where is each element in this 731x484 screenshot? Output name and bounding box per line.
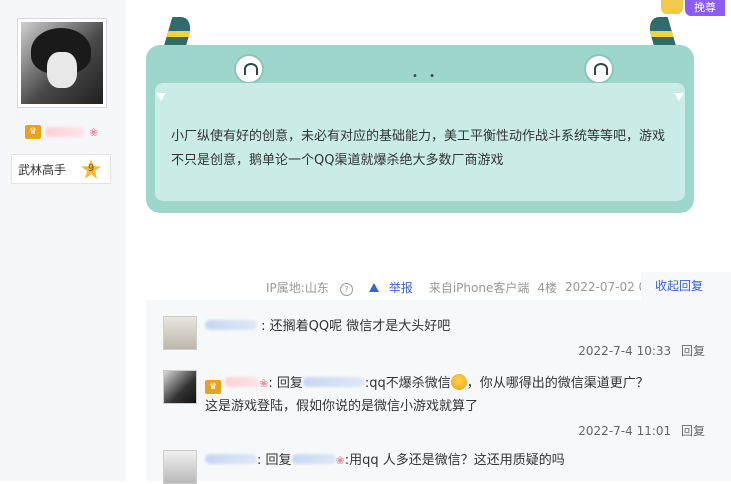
reply-user-blurred[interactable] bbox=[225, 377, 260, 387]
reply-text: : 还搁着QQ呢 微信才是大头好吧 bbox=[261, 319, 451, 334]
vip-badge-icon: ♛ bbox=[205, 380, 221, 394]
reply-avatar[interactable] bbox=[163, 450, 197, 484]
reply-button[interactable]: 回复 bbox=[681, 424, 705, 438]
horn-right-icon bbox=[645, 17, 677, 47]
reply-time: 2022-7-4 11:01 bbox=[578, 424, 672, 438]
post-tail: IP属地:山东? 举报 来自iPhone客户端 4楼 2022-07-02 05… bbox=[266, 279, 681, 296]
reply-line: : 还搁着QQ呢 微信才是大头好吧 bbox=[205, 316, 450, 338]
author-avatar[interactable] bbox=[17, 18, 107, 108]
post-content: 小厂纵使有好的创意，未必有对应的基础能力，美工平衡性动作战斗系统等等吧，游戏不只… bbox=[171, 129, 666, 168]
author-sidebar: ♛ ❀ 武林高手 9 bbox=[0, 0, 126, 481]
reply-target-blurred[interactable] bbox=[302, 377, 365, 387]
avatar-image bbox=[21, 22, 103, 104]
author-name-blurred[interactable] bbox=[45, 127, 85, 137]
level-star-icon: 9 bbox=[81, 159, 101, 179]
crown-icon bbox=[661, 0, 683, 14]
flower-icon: ❀ bbox=[335, 454, 345, 467]
reply-meta: 2022-7-4 10:33 回复 bbox=[578, 342, 705, 359]
top-badges: 挽尊 bbox=[661, 0, 725, 16]
fang-icon bbox=[404, 213, 414, 221]
nose-icon: • • bbox=[412, 71, 439, 82]
client-source[interactable]: 来自iPhone客户端 bbox=[429, 279, 530, 296]
ip-location: IP属地:山东? bbox=[266, 279, 361, 296]
reply-text: :qq不爆杀微信 bbox=[364, 376, 451, 391]
reply-time: 2022-7-4 10:33 bbox=[578, 344, 672, 358]
reply-avatar[interactable] bbox=[163, 316, 197, 350]
reply-text: :用qq 人多还是微信？这还用质疑的吗 bbox=[344, 453, 565, 468]
floor-number: 4楼 bbox=[537, 280, 557, 295]
reply-line-2: 这是游戏登陆，假如你说的是微信小游戏就算了 bbox=[205, 399, 479, 414]
help-icon[interactable]: ? bbox=[339, 282, 353, 296]
fang-icon bbox=[674, 93, 684, 101]
rank-title: 武林高手 bbox=[18, 162, 67, 177]
reply-button[interactable]: 回复 bbox=[681, 344, 705, 358]
flower-icon: ❀ bbox=[259, 377, 269, 390]
eye-left-icon bbox=[234, 54, 264, 84]
reply-text-cont: ，你从哪得出的微信渠道更广？ bbox=[466, 376, 649, 391]
reply-user-blurred[interactable] bbox=[205, 320, 257, 330]
reply-target-blurred[interactable] bbox=[291, 454, 336, 464]
collapse-replies-button[interactable]: 收起回复 bbox=[641, 272, 731, 300]
horn-left-icon bbox=[163, 17, 195, 47]
reply-list: : 还搁着QQ呢 微信才是大头好吧 2022-7-4 10:33 回复 ♛ ❀:… bbox=[146, 300, 731, 484]
warning-icon bbox=[368, 282, 379, 292]
reply-avatar[interactable] bbox=[163, 370, 197, 404]
reply-prefix: : 回复 bbox=[257, 453, 292, 468]
author-name-row[interactable]: ♛ ❀ bbox=[25, 124, 98, 140]
eye-right-icon bbox=[584, 54, 614, 84]
flower-icon: ❀ bbox=[89, 125, 99, 139]
report-link[interactable]: 举报 bbox=[368, 279, 421, 296]
reply-line: : 回复 ❀:用qq 人多还是微信？这还用质疑的吗 bbox=[205, 450, 565, 472]
reply-meta: 2022-7-4 11:01 回复 bbox=[578, 422, 705, 439]
fang-icon bbox=[156, 93, 166, 101]
reply-user-blurred[interactable] bbox=[205, 454, 257, 464]
vip-badge-icon: ♛ bbox=[25, 125, 41, 139]
rank-box[interactable]: 武林高手 9 bbox=[11, 154, 111, 184]
support-button[interactable]: 挽尊 bbox=[685, 0, 725, 16]
angry-emoji-icon bbox=[450, 374, 467, 390]
reply-line: ♛ ❀: 回复 :qq不爆杀微信 ，你从哪得出的微信渠道更广？ bbox=[205, 373, 649, 395]
post-bubble: • • 小厂纵使有好的创意，未必有对应的基础能力，美工平衡性动作战斗系统等等吧，… bbox=[146, 17, 694, 221]
reply-prefix: : 回复 bbox=[268, 376, 303, 391]
